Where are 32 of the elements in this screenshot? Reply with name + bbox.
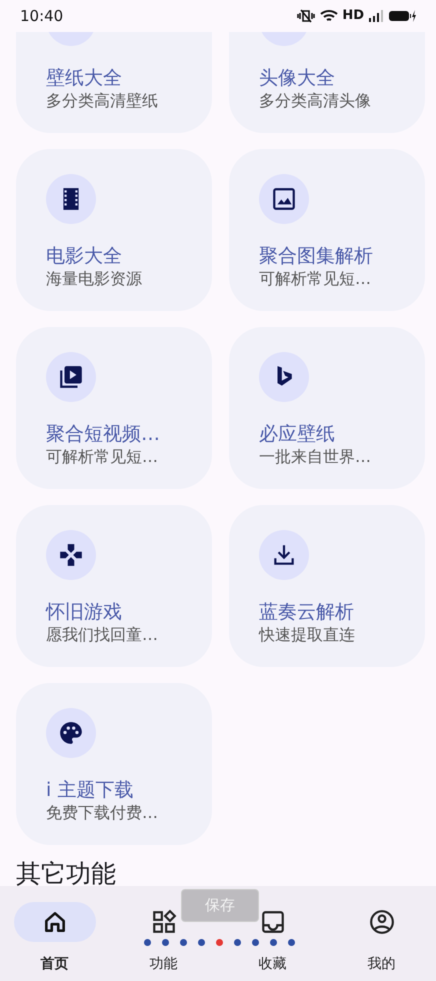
- card-title: 电影大全: [46, 244, 123, 268]
- feature-card[interactable]: 蓝奏云解析 快速提取直连: [229, 505, 425, 667]
- card-title: 聚合图集解析: [259, 244, 374, 268]
- card-subtitle: 可解析常见短…: [259, 268, 372, 290]
- card-subtitle: 可解析常见短…: [46, 446, 159, 468]
- card-subtitle: 多分类高清壁纸: [46, 90, 159, 112]
- feature-card[interactable]: 聚合短视频… 可解析常见短…: [16, 327, 212, 489]
- card-title: 聚合短视频…: [46, 422, 161, 446]
- nav-tab[interactable]: 首页: [0, 886, 109, 981]
- card-subtitle: 海量电影资源: [46, 268, 143, 290]
- feature-card[interactable]: 必应壁纸 一批来自世界…: [229, 327, 425, 489]
- feature-card[interactable]: 电影大全 海量电影资源: [16, 149, 212, 311]
- feature-card[interactable]: 聚合图集解析 可解析常见短…: [229, 149, 425, 311]
- card-title: 头像大全: [259, 66, 336, 90]
- nav-tab[interactable]: 我的: [327, 886, 436, 981]
- status-time: 10:40: [20, 6, 64, 27]
- feature-card[interactable]: 怀旧游戏 愿我们找回童…: [16, 505, 212, 667]
- section-title: 其它功能: [15, 858, 117, 886]
- card-title: 蓝奏云解析: [259, 600, 355, 624]
- feature-card[interactable]: 头像大全 多分类高清头像: [229, 32, 425, 133]
- card-subtitle: 多分类高清头像: [259, 90, 372, 112]
- feature-card[interactable]: i 主题下载 免费下载付费…: [16, 683, 212, 845]
- card-title: 怀旧游戏: [46, 600, 123, 624]
- card-title: 必应壁纸: [259, 422, 336, 446]
- card-subtitle: 快速提取直连: [259, 624, 356, 646]
- card-subtitle: 免费下载付费…: [46, 802, 159, 824]
- network-label: HD: [342, 7, 364, 26]
- card-title: i 主题下载: [46, 778, 134, 802]
- card-subtitle: 愿我们找回童…: [46, 624, 159, 646]
- card-title: 壁纸大全: [46, 66, 123, 90]
- card-subtitle: 一批来自世界…: [259, 446, 372, 468]
- feature-card[interactable]: 壁纸大全 多分类高清壁纸: [16, 32, 212, 133]
